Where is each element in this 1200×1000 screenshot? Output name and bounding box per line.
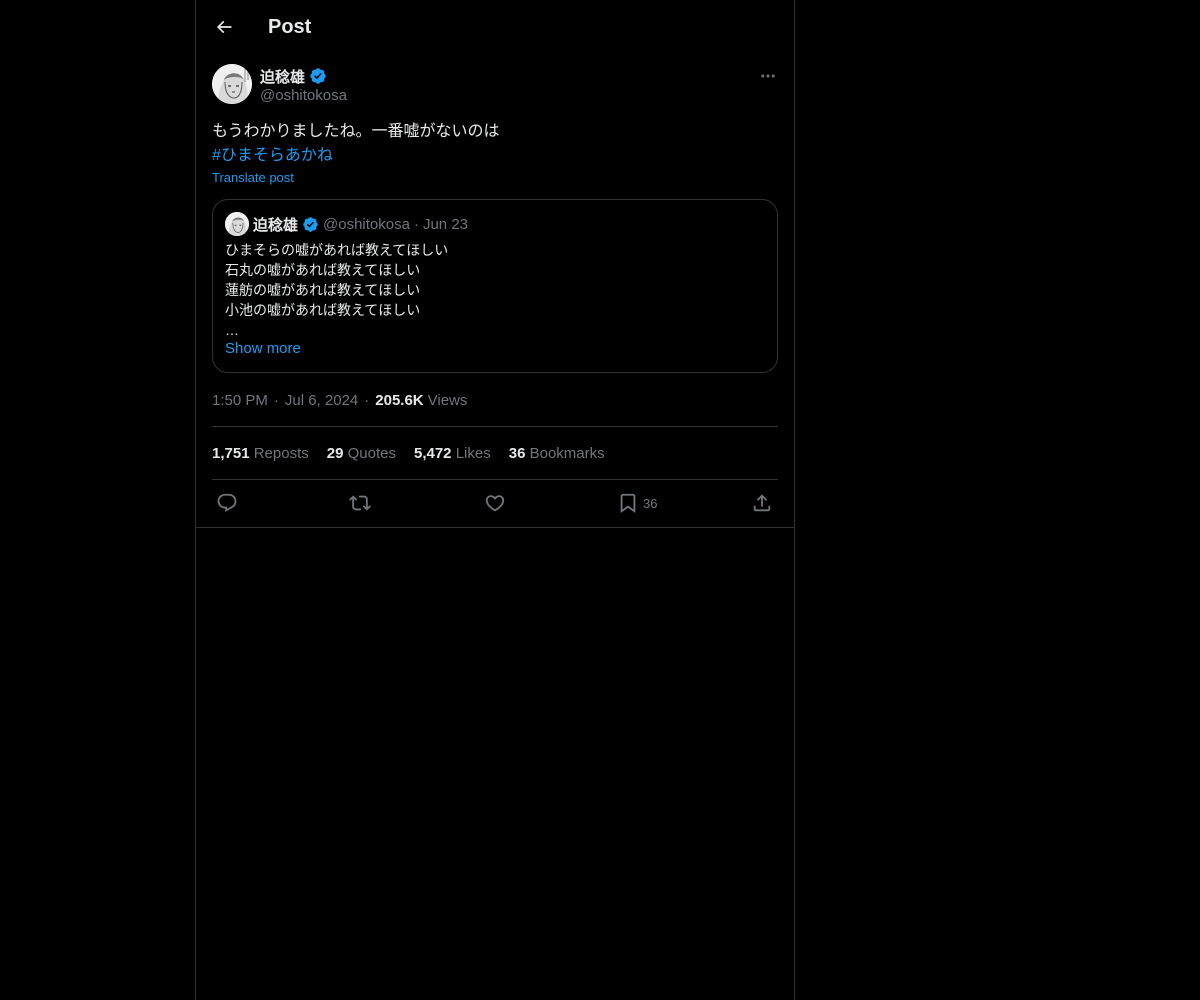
quotes-label: Quotes xyxy=(347,444,396,462)
bookmarks-label: Bookmarks xyxy=(529,444,605,462)
quote-line: 石丸の嘘があれば教えてほしい xyxy=(225,262,421,278)
primary-column: Post 迫稔雄 @oshitokosa もうわかりましたね。一番嘘がないのは … xyxy=(195,0,795,1000)
post-meta: 1:50 PM · Jul 6, 2024 · 205.6K Views xyxy=(212,390,467,410)
quote-line: ひまそらの嘘があれば教えてほしい xyxy=(225,242,449,258)
divider xyxy=(196,527,794,528)
show-more-link[interactable]: Show more xyxy=(225,340,301,357)
like-button[interactable] xyxy=(484,491,506,515)
views-label: Views xyxy=(427,391,468,409)
likes-stat[interactable]: 5,472 Likes xyxy=(414,445,491,462)
reply-icon xyxy=(217,493,237,512)
like-icon xyxy=(485,495,505,512)
bookmarks-stat[interactable]: 36 Bookmarks xyxy=(509,445,605,462)
likes-label: Likes xyxy=(455,444,491,462)
back-button[interactable] xyxy=(208,11,240,43)
hashtag-link[interactable]: #ひまそらあかね xyxy=(212,144,778,168)
post-date[interactable]: Jul 6, 2024 xyxy=(285,392,358,409)
quote-line: 小池の嘘があれば教えてほしい xyxy=(225,302,421,318)
post-text: もうわかりましたね。一番嘘がないのは #ひまそらあかね xyxy=(212,120,778,168)
translate-post-link[interactable]: Translate post xyxy=(212,170,294,185)
meta-separator: · xyxy=(273,391,279,409)
more-options-button[interactable] xyxy=(758,66,778,86)
quote-author-handle: @oshitokosa xyxy=(323,215,410,233)
reposts-count: 1,751 xyxy=(212,444,250,462)
page-title: Post xyxy=(268,16,312,38)
divider xyxy=(212,479,778,480)
reposts-stat[interactable]: 1,751 Reposts xyxy=(212,445,309,462)
more-dots-icon xyxy=(761,74,775,78)
bookmark-count: 36 xyxy=(643,495,658,511)
quote-separator: · xyxy=(413,215,419,233)
author-info: 迫稔雄 @oshitokosa xyxy=(260,66,347,104)
share-button[interactable] xyxy=(751,491,773,515)
back-arrow-icon xyxy=(216,20,232,34)
quote-line: 蓮舫の嘘があれば教えてほしい xyxy=(225,282,421,298)
share-icon xyxy=(753,494,771,512)
quotes-count: 29 xyxy=(326,444,344,462)
divider xyxy=(212,426,778,427)
meta-separator: · xyxy=(364,391,370,409)
post-time[interactable]: 1:50 PM xyxy=(212,392,268,409)
quoted-post[interactable]: 迫稔雄 @oshitokosa · Jun 23 ひまそらの嘘があれば教えてほし… xyxy=(212,199,778,373)
likes-count: 5,472 xyxy=(413,444,452,462)
avatar-image xyxy=(212,64,252,104)
author-name[interactable]: 迫稔雄 xyxy=(260,66,305,87)
reply-button[interactable] xyxy=(216,491,238,515)
quote-line: … xyxy=(225,322,239,338)
quote-avatar-image xyxy=(225,212,249,236)
page-header: Post xyxy=(196,0,794,54)
quote-verified-badge-icon xyxy=(303,216,318,232)
author-avatar[interactable] xyxy=(212,64,252,104)
bookmark-icon xyxy=(620,493,636,514)
post-text-line: もうわかりましたね。一番嘘がないのは xyxy=(212,123,500,140)
bookmarks-count: 36 xyxy=(508,444,526,462)
action-bar: 36 xyxy=(212,491,778,515)
repost-icon xyxy=(349,495,371,511)
quote-date: Jun 23 xyxy=(422,215,469,233)
views-count: 205.6K xyxy=(375,391,424,409)
verified-badge-icon[interactable] xyxy=(309,67,327,85)
quote-author-name: 迫稔雄 xyxy=(253,216,299,234)
reposts-label: Reposts xyxy=(253,444,309,462)
repost-button[interactable] xyxy=(349,491,371,515)
author-name-row: 迫稔雄 xyxy=(260,66,347,86)
quote-author-avatar xyxy=(225,212,249,236)
bookmark-button[interactable]: 36 xyxy=(617,491,657,515)
quotes-stat[interactable]: 29 Quotes xyxy=(327,445,396,462)
quote-header: 迫稔雄 @oshitokosa · Jun 23 xyxy=(253,214,468,234)
post-stats: 1,751 Reposts 29 Quotes 5,472 Likes 36 B… xyxy=(212,443,605,463)
quote-body: ひまそらの嘘があれば教えてほしい 石丸の嘘があれば教えてほしい 蓮舫の嘘があれば… xyxy=(225,240,448,340)
author-handle[interactable]: @oshitokosa xyxy=(260,87,347,104)
